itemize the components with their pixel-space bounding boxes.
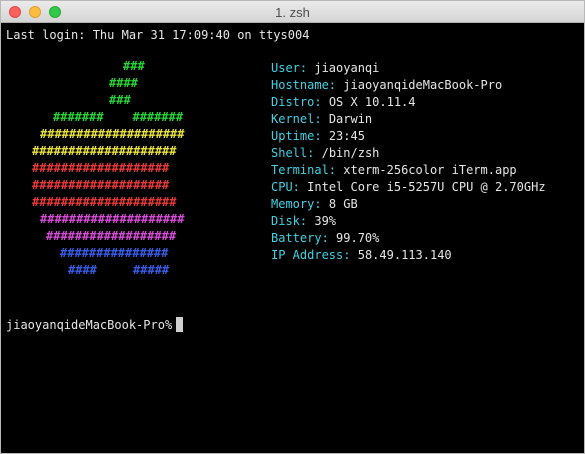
info-row-user: User: jiaoyanqi (271, 61, 379, 75)
info-label: CPU: (271, 180, 300, 194)
info-row-memory: Memory: 8 GB (271, 197, 358, 211)
window-title: 1. zsh (275, 5, 310, 20)
info-label: Disk: (271, 214, 308, 228)
logo-row: ################## (46, 229, 177, 243)
info-row-disk: Disk: 39% (271, 214, 336, 228)
info-label: Memory: (271, 197, 322, 211)
info-row-terminal: Terminal: xterm-256color iTerm.app (271, 163, 517, 177)
logo-row: ################### (32, 178, 170, 192)
logo-row: ############### (60, 246, 169, 260)
info-row-shell: Shell: /bin/zsh (271, 146, 379, 160)
prompt-line[interactable]: jiaoyanqideMacBook-Pro% (6, 317, 184, 332)
logo-row: #### ##### (68, 263, 170, 277)
info-value: 99.70% (336, 231, 380, 245)
info-value: 8 GB (328, 197, 358, 211)
info-value: jiaoyanqideMacBook-Pro (343, 78, 503, 92)
terminal-output[interactable]: Last login: Thu Mar 31 17:09:40 on ttys0… (1, 23, 584, 453)
info-label: Uptime: (271, 129, 322, 143)
info-value: jiaoyanqi (314, 61, 380, 75)
logo-row: ### (123, 59, 145, 73)
logo-row: #################### (32, 195, 177, 209)
info-value: 39% (314, 214, 337, 228)
info-value: 23:45 (328, 129, 365, 143)
logo-row: #### (109, 76, 138, 90)
info-value: /bin/zsh (321, 146, 380, 160)
apple-ascii-logo: ### #### ### ####### ####### ###########… (1, 59, 221, 299)
text-cursor (176, 317, 184, 332)
last-login-line: Last login: Thu Mar 31 17:09:40 on ttys0… (6, 28, 310, 42)
shell-prompt: jiaoyanqideMacBook-Pro% (6, 318, 173, 332)
info-row-uptime: Uptime: 23:45 (271, 129, 365, 143)
logo-row: #################### (32, 144, 177, 158)
info-label: Terminal: (271, 163, 337, 177)
info-label: Kernel: (271, 112, 322, 126)
info-row-distro: Distro: OS X 10.11.4 (271, 95, 416, 109)
info-label: Distro: (271, 95, 322, 109)
info-value: Intel Core i5-5257U CPU @ 2.70GHz (307, 180, 546, 194)
logo-row: ### (109, 93, 131, 107)
info-row-kernel: Kernel: Darwin (271, 112, 372, 126)
logo-row: ####### ####### (53, 110, 184, 124)
info-label: Battery: (271, 231, 329, 245)
logo-row: #################### (40, 127, 185, 141)
terminal-window: 1. zsh Last login: Thu Mar 31 17:09:40 o… (0, 0, 585, 454)
info-label: User: (271, 61, 308, 75)
info-label: Shell: (271, 146, 315, 160)
info-label: Hostname: (271, 78, 337, 92)
info-row-cpu: CPU: Intel Core i5-5257U CPU @ 2.70GHz (271, 180, 546, 194)
logo-row: ################### (32, 161, 170, 175)
info-row-hostname: Hostname: jiaoyanqideMacBook-Pro (271, 78, 502, 92)
info-value: xterm-256color iTerm.app (343, 163, 517, 177)
info-row-ip-address: IP Address: 58.49.113.140 (271, 248, 452, 262)
info-value: Darwin (328, 112, 373, 126)
info-value: 58.49.113.140 (357, 248, 452, 262)
info-value: OS X 10.11.4 (328, 95, 416, 109)
info-row-battery: Battery: 99.70% (271, 231, 379, 245)
logo-row: #################### (40, 212, 185, 226)
info-label: IP Address: (271, 248, 351, 262)
title-bar[interactable]: 1. zsh (1, 1, 584, 23)
